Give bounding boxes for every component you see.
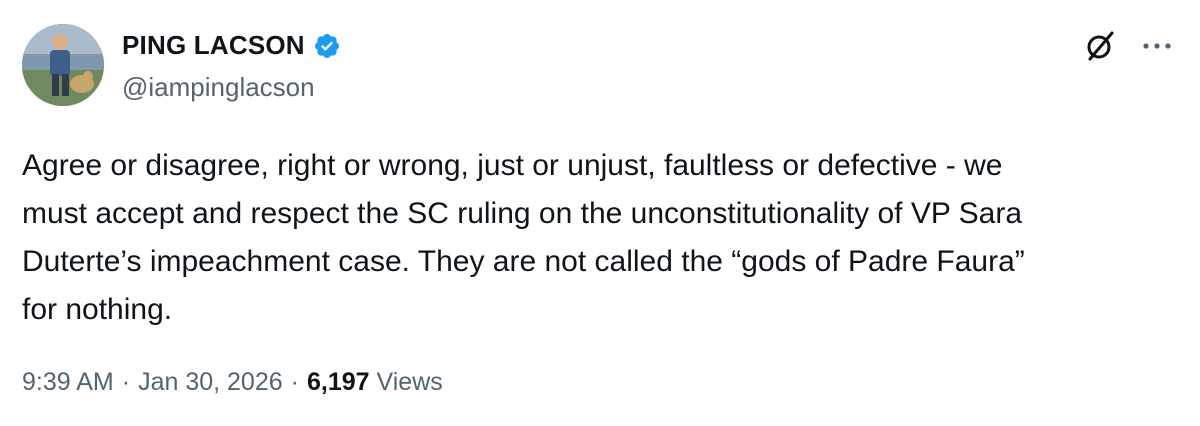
- author-handle[interactable]: @iampinglacson: [122, 72, 315, 103]
- separator-dot: ·: [290, 368, 299, 396]
- tweet-metadata: 9:39 AM · Jan 30, 2026 · 6,197 Views: [22, 368, 443, 397]
- profile-photo: [22, 24, 104, 106]
- views-count: 6,197: [306, 368, 370, 396]
- grok-icon[interactable]: [1082, 28, 1118, 64]
- author-name-row: PING LACSON: [122, 30, 341, 61]
- verified-badge-icon[interactable]: [313, 32, 341, 60]
- tweet-text: Agree or disagree, right or wrong, just …: [22, 149, 1025, 326]
- tweet-header-actions: [1082, 28, 1174, 64]
- tweet-card: PING LACSON @iampinglacson Agree or disa…: [0, 0, 1200, 426]
- views-label: Views: [376, 368, 443, 396]
- tweet-date[interactable]: Jan 30, 2026: [138, 368, 283, 397]
- author-display-name[interactable]: PING LACSON: [122, 30, 305, 61]
- avatar[interactable]: [22, 24, 104, 106]
- tweet-time[interactable]: 9:39 AM: [22, 368, 114, 397]
- more-options-icon[interactable]: [1140, 29, 1174, 63]
- separator-dot: ·: [121, 368, 131, 396]
